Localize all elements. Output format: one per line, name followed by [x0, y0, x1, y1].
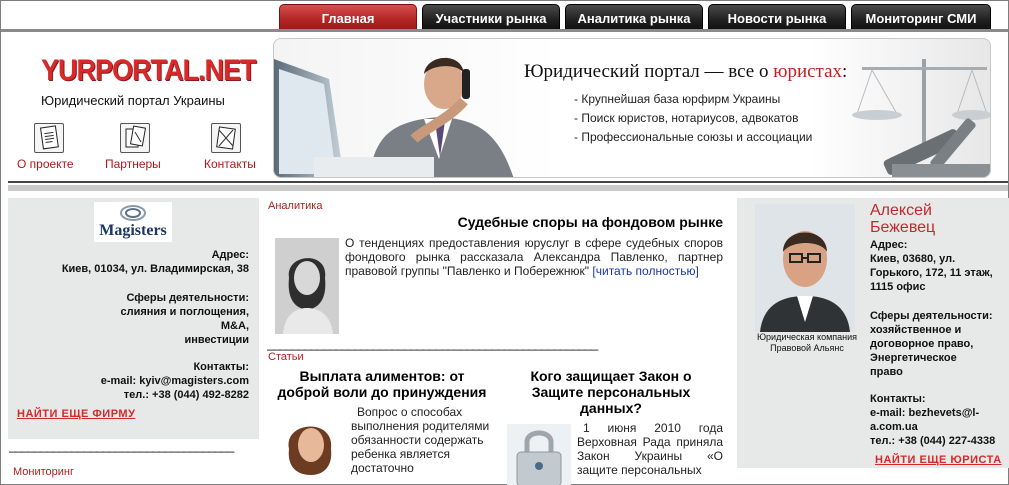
top-navigation: Главная Участники рынка Аналитика рынка … — [1, 1, 1008, 29]
header-banner: Юридический портал — все о юристах: - Кр… — [273, 38, 991, 178]
analytics-article-title[interactable]: Судебные споры на фондовом рынке — [401, 214, 723, 230]
tab-market-analytics[interactable]: Аналитика рынка — [565, 4, 703, 29]
lawyer-phone: тел.: +38 (044) 227-4338 — [870, 435, 996, 447]
author-photo[interactable] — [275, 238, 339, 334]
scales-gavel-image — [852, 59, 990, 177]
lawyer-email[interactable]: e-mail: bezhevets@l- — [870, 406, 995, 420]
padlock-image[interactable] — [507, 424, 571, 485]
articles-section-label[interactable]: Статьи — [268, 351, 304, 363]
read-more-link[interactable]: [читать полностью] — [592, 264, 698, 278]
article-title-personal-data[interactable]: Кого защищает Закон о Защите персональны… — [507, 368, 715, 416]
address-label: Адрес: — [211, 249, 249, 261]
tab-home[interactable]: Главная — [279, 4, 417, 29]
phone-value: тел.: +38 (044) 492-8282 — [123, 389, 249, 401]
banner-item: - Профессиональные союзы и ассоциации — [574, 130, 813, 144]
featured-lawyer-panel: Юридическая компания Правовой Альянс Але… — [737, 198, 1009, 468]
banner-item: - Поиск юристов, нотариусов, адвокатов — [574, 111, 799, 125]
lawyer-address: Адрес: Киев, 03680, ул. Горького, 172, 1… — [870, 239, 993, 293]
banner-title: Юридический портал — все о юристах: — [524, 61, 848, 82]
magisters-swirl-icon — [120, 205, 146, 221]
lawyer-spheres: Сферы деятельности: хозяйственное и дого… — [870, 310, 993, 378]
banner-item: - Крупнейшая база юрфирм Украины — [574, 92, 781, 106]
left-divider: ____________________________________ — [9, 438, 234, 453]
header-divider-gray — [8, 185, 1008, 191]
site-subtitle: Юридический портал Украины — [41, 93, 225, 108]
lawyer-name[interactable]: Алексей Бежевец — [870, 202, 935, 236]
document-icon[interactable] — [34, 123, 64, 153]
contacts-link[interactable]: Контакты — [204, 157, 256, 171]
email-value[interactable]: e-mail: kyiv@magisters.com — [101, 375, 249, 387]
header-divider — [8, 181, 1008, 183]
featured-firm-panel: Magisters Адрес: Киев, 01034, ул. Владим… — [8, 198, 259, 439]
lawyer-contacts: Контакты: e-mail: bezhevets@l- a.com.ua … — [870, 393, 996, 447]
tab-market-participants[interactable]: Участники рынка — [422, 4, 560, 29]
nav-underline — [1, 29, 1008, 32]
lawyer-photo[interactable] — [755, 204, 855, 332]
analytics-section-label[interactable]: Аналитика — [268, 200, 322, 212]
spheres-value: M&A, — [220, 320, 249, 332]
spheres-value: слияния и поглощения, — [120, 306, 250, 318]
documents-icon[interactable] — [120, 123, 150, 153]
site-logo[interactable]: YURPORTAL.NET — [41, 53, 256, 87]
lawyer-photo-caption: Юридическая компания Правовой Альянс — [756, 332, 858, 353]
contacts-label: Контакты: — [193, 361, 249, 373]
tab-market-news[interactable]: Новости рынка — [708, 4, 846, 29]
spheres-label: Сферы деятельности: — [126, 292, 250, 304]
article-text-personal-data: 1 июня 2010 года Верховная Рада приняла … — [577, 421, 723, 477]
magisters-logo[interactable]: Magisters — [94, 202, 172, 242]
about-link[interactable]: О проекте — [17, 157, 74, 171]
analytics-article-text: О тенденциях предоставления юруслуг в сф… — [345, 236, 723, 278]
middle-divider: ________________________________________… — [267, 336, 598, 351]
man-on-phone-image — [274, 57, 514, 177]
spheres-value: инвестиции — [184, 334, 249, 346]
tab-media-monitoring[interactable]: Мониторинг СМИ — [851, 4, 991, 29]
address-value: Киев, 01034, ул. Владимирская, 38 — [61, 263, 249, 275]
partners-link[interactable]: Партнеры — [105, 157, 161, 171]
find-firm-link[interactable]: НАЙТИ ЕЩЕ ФИРМУ — [17, 408, 135, 420]
find-lawyer-link[interactable]: НАЙТИ ЕЩЕ ЮРИСТА — [875, 454, 1002, 466]
article-photo-woman[interactable] — [277, 409, 345, 475]
article-title-alimony[interactable]: Выплата алиментов: от доброй воли до при… — [273, 368, 491, 400]
envelope-icon[interactable] — [211, 123, 241, 153]
article-text-alimony: Вопрос о способах выполнения родителями … — [351, 405, 490, 475]
monitoring-section-label[interactable]: Мониторинг — [13, 466, 74, 478]
